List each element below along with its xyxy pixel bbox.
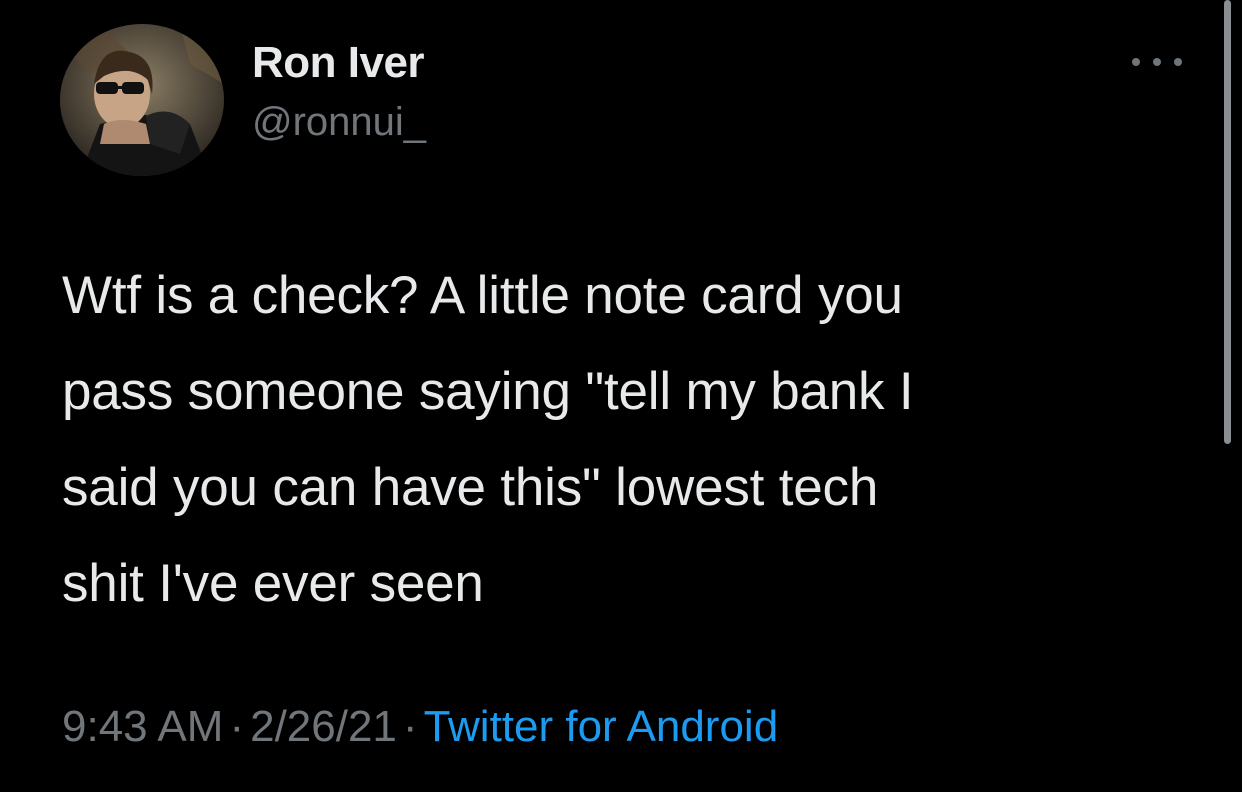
scrollbar[interactable]	[1224, 0, 1231, 444]
tweet-meta: 9:43 AM · 2/26/21 · Twitter for Android	[62, 702, 778, 752]
more-horizontal-icon[interactable]	[1132, 50, 1182, 74]
tweet-line: said you can have this" lowest tech	[62, 458, 879, 517]
separator: ·	[402, 702, 418, 751]
tweet-line: pass someone saying "tell my bank I	[62, 362, 914, 421]
dot	[1132, 58, 1140, 66]
tweet-text: Wtf is a check? A little note card you p…	[62, 248, 1172, 632]
tweet-line: shit I've ever seen	[62, 554, 484, 613]
tweet-source-link[interactable]: Twitter for Android	[424, 702, 779, 751]
handle[interactable]: @ronnui_	[252, 100, 426, 145]
display-name[interactable]: Ron Iver	[252, 38, 425, 88]
tweet-line: Wtf is a check? A little note card you	[62, 266, 903, 325]
avatar[interactable]	[60, 24, 224, 176]
dot	[1153, 58, 1161, 66]
tweet-time[interactable]: 9:43 AM	[62, 702, 223, 751]
dot	[1174, 58, 1182, 66]
tweet-date[interactable]: 2/26/21	[250, 702, 397, 751]
separator: ·	[229, 702, 245, 751]
